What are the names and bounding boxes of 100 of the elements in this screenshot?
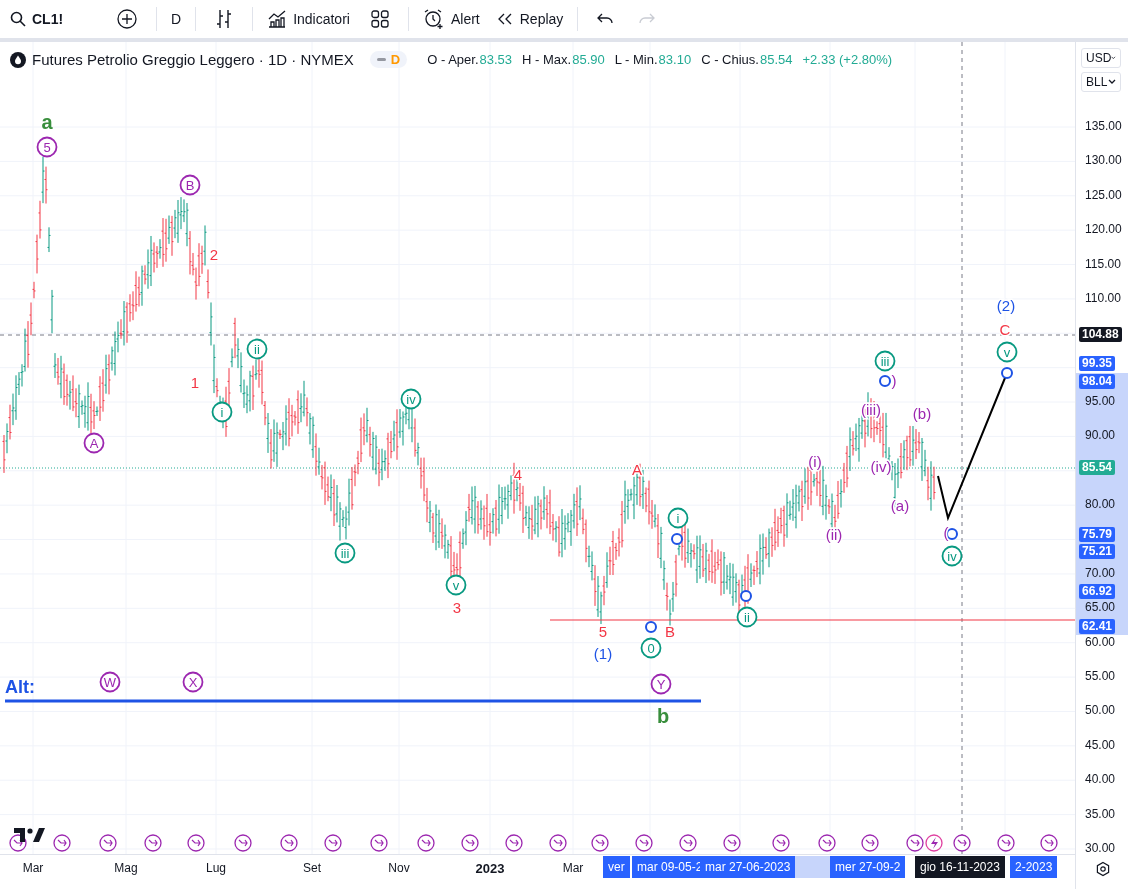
time-label: Mar (562, 861, 584, 876)
event-icon[interactable] (461, 834, 479, 852)
event-icon[interactable] (997, 834, 1015, 852)
price-badge: 99.35 (1079, 356, 1116, 371)
price-label: 125.00 (1085, 187, 1122, 202)
price-label: 55.00 (1085, 669, 1116, 684)
wave-label: (ii) (825, 526, 843, 543)
event-icon[interactable] (324, 834, 342, 852)
date-badge: gio 16-11-2023 (915, 856, 1005, 879)
wave-label: W (99, 671, 121, 693)
price-badge: 85.54 (1079, 460, 1116, 475)
price-label: 120.00 (1085, 222, 1122, 237)
point-marker (645, 621, 657, 633)
wave-label: ii (736, 606, 758, 628)
event-icon[interactable] (187, 834, 205, 852)
wave-label: a (41, 111, 53, 133)
wave-label: X (182, 671, 204, 693)
interval-button[interactable]: D (163, 7, 190, 31)
event-icon[interactable] (679, 834, 697, 852)
event-icon[interactable] (549, 834, 567, 852)
price-badge: 98.04 (1079, 374, 1116, 389)
point-marker (946, 528, 958, 540)
wave-label: 5 (36, 136, 58, 158)
wave-label: 5 (598, 623, 608, 640)
price-label: 110.00 (1085, 290, 1121, 305)
price-label: 80.00 (1085, 497, 1116, 512)
layout-grid-icon[interactable] (369, 9, 390, 29)
event-icon[interactable] (953, 834, 971, 852)
time-label: Nov (388, 861, 410, 876)
event-icon[interactable] (53, 834, 71, 852)
price-badge: 75.79 (1079, 527, 1116, 542)
point-marker (671, 533, 683, 545)
event-icon[interactable] (723, 834, 741, 852)
wave-label: (1) (593, 645, 613, 662)
price-badge: 66.92 (1079, 584, 1116, 599)
lightning-icon[interactable] (925, 834, 943, 852)
price-label: 45.00 (1085, 737, 1116, 752)
price-label: 60.00 (1085, 634, 1116, 649)
add-icon[interactable] (116, 8, 138, 30)
event-icon[interactable] (99, 834, 117, 852)
price-label: 50.00 (1085, 703, 1116, 718)
event-icon[interactable] (505, 834, 523, 852)
replay-button[interactable]: Replay (487, 7, 572, 31)
wave-label: (2) (996, 297, 1016, 314)
price-label: 90.00 (1085, 428, 1116, 443)
date-badge: 2-2023 (1010, 856, 1058, 879)
price-badge: 75.21 (1079, 544, 1116, 559)
event-icon[interactable] (1040, 834, 1058, 852)
wave-label: iv (941, 545, 963, 567)
event-icon[interactable] (861, 834, 879, 852)
unit-select[interactable]: BLL (1081, 72, 1121, 92)
event-icon[interactable] (772, 834, 790, 852)
wave-label: ( (943, 524, 949, 541)
wave-label: 2 (209, 246, 219, 263)
wave-label: ii (246, 338, 268, 360)
wave-label: 4 (513, 466, 523, 483)
ohlc-value: O - Aper.83.53 (427, 52, 513, 67)
wave-label: 0 (640, 637, 662, 659)
time-label: Lug (206, 861, 226, 876)
price-label: 30.00 (1085, 840, 1116, 855)
settings-icon[interactable] (1095, 861, 1111, 877)
point-marker (879, 375, 891, 387)
wave-label: ) (891, 372, 897, 389)
event-icon[interactable] (818, 834, 836, 852)
wave-label: iv (400, 388, 422, 410)
symbol-search[interactable]: CL1! (8, 7, 104, 31)
wave-label: Alt: (5, 677, 35, 697)
time-label: Mag (114, 861, 138, 876)
event-icon[interactable] (906, 834, 924, 852)
ohlc-value: C - Chius.85.54 (701, 52, 793, 67)
event-icon[interactable] (234, 834, 252, 852)
event-icon[interactable] (635, 834, 653, 852)
price-badge: 62.41 (1079, 619, 1116, 634)
wave-label: b (656, 705, 670, 727)
wave-label: iii (874, 350, 896, 372)
wave-label: Y (650, 673, 672, 695)
event-icon[interactable] (370, 834, 388, 852)
time-label: 2023 (475, 861, 505, 877)
price-label: 95.00 (1085, 394, 1116, 409)
price-change: +2.33 (+2.80%) (802, 52, 893, 67)
search-icon (10, 11, 26, 27)
wave-label: A (83, 432, 105, 454)
logo-icon (14, 828, 45, 842)
price-badge: 104.88 (1079, 327, 1122, 342)
event-icon[interactable] (144, 834, 162, 852)
event-icon[interactable] (417, 834, 435, 852)
drop-icon (10, 51, 26, 68)
price-label: 135.00 (1085, 119, 1122, 133)
wave-label: v (445, 574, 467, 596)
currency-select[interactable]: USD (1081, 48, 1121, 68)
price-label: 70.00 (1085, 565, 1116, 580)
event-icon[interactable] (591, 834, 609, 852)
symbol-title: Futures Petrolio Greggio Leggero · 1D · NYMEX (32, 51, 354, 68)
price-label: 130.00 (1085, 153, 1122, 168)
chevron-icon (1111, 55, 1116, 61)
wave-label: (i) (808, 453, 822, 470)
indicators-button[interactable]: Indicatori (259, 5, 358, 33)
event-icon[interactable] (280, 834, 298, 852)
point-marker (740, 590, 752, 602)
alert-button[interactable]: Alert (414, 4, 488, 34)
